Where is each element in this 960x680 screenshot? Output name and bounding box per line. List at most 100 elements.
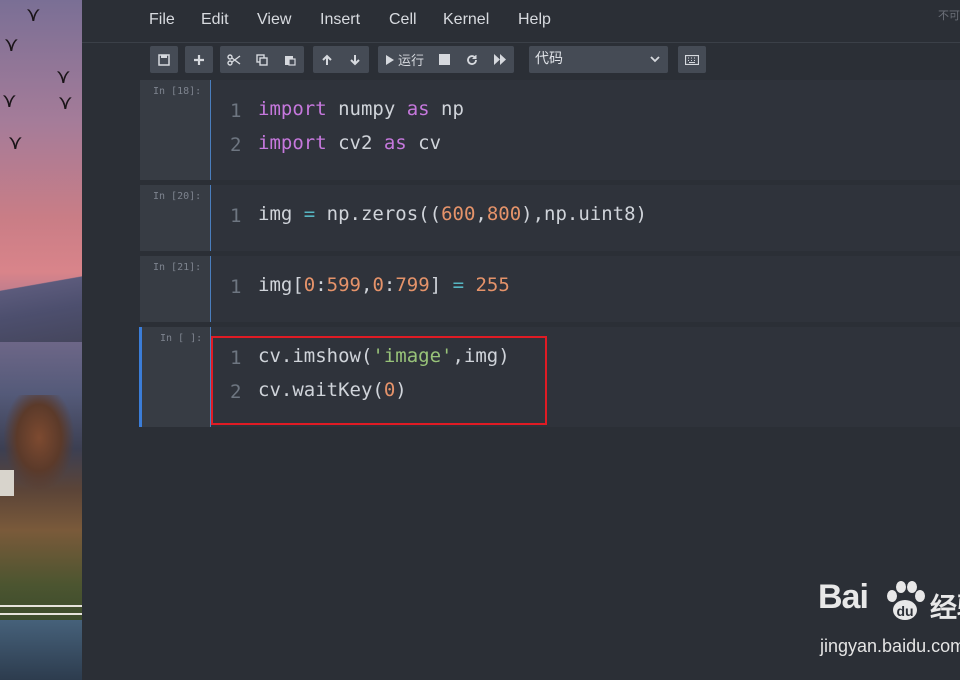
code-token: import	[258, 98, 327, 120]
run-icon	[386, 54, 394, 65]
tree	[4, 395, 74, 490]
code-token: img	[258, 203, 304, 225]
insert-group	[185, 46, 213, 73]
stop-button[interactable]	[430, 46, 458, 73]
menu-view[interactable]: View	[257, 11, 291, 29]
insert-cell-button[interactable]	[185, 46, 213, 73]
line-number: 1	[230, 276, 242, 298]
code-token: 599	[326, 274, 361, 296]
cell-prompt: In [20]:	[153, 191, 202, 202]
stop-icon	[438, 54, 450, 65]
run-group: 运行	[378, 46, 515, 73]
cut-button[interactable]	[220, 46, 248, 73]
arrow-up-icon	[322, 54, 332, 65]
active-cell-indicator	[139, 327, 142, 427]
bird-icon: ⋎	[2, 88, 17, 112]
fast-forward-icon	[493, 54, 506, 65]
mountain	[0, 262, 82, 342]
menu-kernel[interactable]: Kernel	[443, 11, 489, 29]
restart-button[interactable]	[458, 46, 486, 73]
line-number: 2	[230, 134, 242, 156]
code-token: as	[406, 98, 430, 120]
cell-prompt: In [21]:	[153, 262, 202, 273]
run-label: 运行	[398, 54, 425, 69]
code-token: img[	[258, 274, 304, 296]
code-editor[interactable]	[243, 80, 960, 180]
restart-icon	[467, 54, 477, 65]
water	[0, 620, 82, 680]
code-token: 0	[303, 274, 316, 296]
menu-cell[interactable]: Cell	[389, 11, 417, 29]
menu-edit[interactable]: Edit	[201, 11, 229, 29]
save-button[interactable]	[150, 46, 178, 73]
code-token: 0	[372, 274, 384, 296]
kernel-status: 不可	[938, 9, 960, 22]
cell-type-value: 代码	[535, 51, 563, 67]
line-number: 1	[230, 100, 242, 122]
save-group	[150, 46, 178, 73]
line-gutter	[210, 80, 244, 180]
bird-icon: ⋎	[26, 2, 41, 26]
edit-group	[220, 46, 304, 73]
copy-button[interactable]	[248, 46, 276, 73]
bird-icon: ⋎	[56, 64, 71, 88]
bird-icon: ⋎	[58, 90, 73, 114]
code-token: =	[452, 274, 465, 296]
line-number: 1	[230, 205, 242, 227]
cell-prompt: In [18]:	[153, 86, 202, 97]
paste-icon	[285, 55, 296, 66]
code-token: cv	[406, 132, 442, 154]
keyboard-group	[678, 46, 706, 73]
code-line: import cv2 as cv	[258, 132, 441, 154]
run-button[interactable]: 运行	[378, 46, 430, 73]
code-token: np.zeros((	[315, 203, 442, 225]
toolbar: 运行 代码	[82, 46, 960, 76]
menu-insert[interactable]: Insert	[320, 11, 360, 29]
chevron-down-icon	[650, 56, 660, 63]
code-cell[interactable]: In [21]: 1 img[0:599,0:799] = 255	[140, 256, 960, 322]
fence	[0, 605, 82, 615]
menubar: File Edit View Insert Cell Kernel Help 不…	[82, 0, 960, 43]
cell-prompt: In [ ]:	[160, 333, 203, 344]
code-line: img[0:599,0:799] = 255	[258, 274, 510, 296]
code-token: :	[383, 274, 396, 296]
copy-icon	[256, 53, 268, 66]
code-token: import	[258, 132, 327, 154]
desktop-wallpaper: ⋎ ⋎ ⋎ ⋎ ⋎ ⋎	[0, 0, 82, 680]
paste-button[interactable]	[276, 46, 304, 73]
code-token: ]	[429, 274, 453, 296]
save-icon	[158, 53, 170, 66]
code-token: 799	[395, 274, 430, 296]
move-down-button[interactable]	[341, 46, 369, 73]
code-token: numpy	[326, 98, 407, 120]
code-token: as	[383, 132, 407, 154]
command-palette-button[interactable]	[678, 46, 706, 73]
cell-type-select[interactable]: 代码	[529, 46, 668, 73]
move-group	[313, 46, 369, 73]
menu-file[interactable]: File	[149, 11, 175, 29]
code-token: 800	[486, 203, 522, 225]
run-all-button[interactable]	[486, 46, 514, 73]
svg-text:du: du	[896, 603, 913, 619]
code-cell[interactable]: In [20]: 1 img = np.zeros((600,800),np.u…	[140, 185, 960, 251]
keyboard-icon	[685, 54, 699, 65]
code-cell[interactable]: In [18]: 1 import numpy as np 2 import c…	[140, 80, 960, 180]
cut-icon	[227, 53, 241, 66]
move-up-button[interactable]	[313, 46, 341, 73]
watermark-url: jingyan.baidu.com	[820, 636, 960, 656]
code-token: ,	[361, 274, 373, 296]
code-line: import numpy as np	[258, 98, 464, 120]
code-token: 600	[441, 203, 476, 225]
bird-icon: ⋎	[8, 130, 23, 154]
baidu-logo-text: Bai	[818, 578, 869, 616]
code-token: np	[429, 98, 464, 120]
code-token: ),np.uint8)	[521, 203, 648, 225]
menu-help[interactable]: Help	[518, 11, 551, 29]
house	[0, 470, 14, 496]
arrow-down-icon	[350, 54, 360, 65]
plus-icon	[194, 54, 204, 65]
jupyter-notebook: File Edit View Insert Cell Kernel Help 不…	[82, 0, 960, 680]
code-line: img = np.zeros((600,800),np.uint8)	[258, 203, 647, 225]
code-token: cv2	[326, 132, 384, 154]
